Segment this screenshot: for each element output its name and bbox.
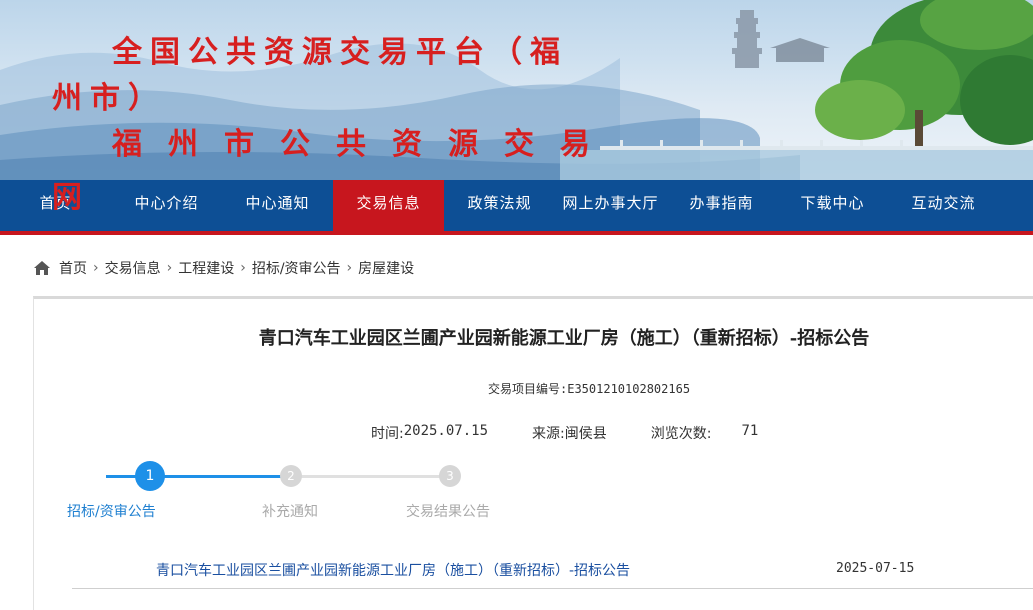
source-label: 来源:: [532, 426, 565, 442]
breadcrumb-separator: ›: [240, 260, 246, 276]
breadcrumb-separator: ›: [93, 260, 99, 276]
site-title-line2-overflow: 网: [52, 180, 82, 215]
step-3-label[interactable]: 交易结果公告: [406, 501, 490, 521]
project-code: 交易项目编号:E3501210102802165: [488, 382, 691, 396]
nav-item-guide[interactable]: 办事指南: [666, 180, 777, 231]
nav-item-interact[interactable]: 互动交流: [888, 180, 999, 231]
document-date: 2025-07-15: [836, 561, 915, 576]
breadcrumb-building[interactable]: 房屋建设: [358, 258, 414, 278]
step-3-badge[interactable]: 3: [439, 465, 461, 487]
article-meta: 时间: 2025.07.15 来源: 闽侯县 浏览次数: 71: [371, 423, 758, 443]
step-1-badge[interactable]: 1: [135, 461, 165, 491]
site-title-line1: 全国公共资源交易平台（福州市）: [52, 35, 568, 116]
divider: [72, 588, 1033, 589]
header-banner: 全国公共资源交易平台（福州市） 福州市公共资源交易: [0, 0, 1033, 180]
breadcrumb-tender-notice[interactable]: 招标/资审公告: [252, 258, 341, 278]
step-2-badge[interactable]: 2: [280, 465, 302, 487]
breadcrumb-separator: ›: [346, 260, 353, 276]
breadcrumb-construction[interactable]: 工程建设: [178, 258, 234, 278]
step-progress-line-pending: [281, 475, 449, 478]
breadcrumb-trade-info[interactable]: 交易信息: [105, 258, 161, 278]
time-value: 2025.07.15: [403, 423, 489, 439]
nav-item-center-intro[interactable]: 中心介绍: [111, 180, 222, 231]
main-nav: 首页 中心介绍 中心通知 交易信息 政策法规 网上办事大厅 办事指南 下载中心 …: [0, 180, 1033, 235]
article-title: 青口汽车工业园区兰圃产业园新能源工业厂房（施工）（重新招标）-招标公告: [258, 328, 870, 349]
nav-item-online-hall[interactable]: 网上办事大厅: [555, 180, 666, 231]
site-title-line2: 福州市公共资源交易: [112, 127, 616, 162]
views-label: 浏览次数:: [650, 426, 712, 442]
time-label: 时间:: [371, 426, 404, 442]
home-icon[interactable]: [33, 260, 51, 276]
breadcrumb-home[interactable]: 首页: [59, 258, 87, 278]
step-2-label[interactable]: 补充通知: [262, 501, 318, 521]
nav-item-center-notice[interactable]: 中心通知: [222, 180, 333, 231]
step-1-label[interactable]: 招标/资审公告: [67, 501, 156, 521]
nav-item-download[interactable]: 下载中心: [777, 180, 888, 231]
breadcrumb: 首页 › 交易信息 › 工程建设 › 招标/资审公告 › 房屋建设: [33, 258, 414, 278]
breadcrumb-separator: ›: [166, 260, 173, 276]
nav-item-policy[interactable]: 政策法规: [444, 180, 555, 231]
views-value: 71: [741, 423, 759, 439]
document-link[interactable]: 青口汽车工业园区兰圃产业园新能源工业厂房（施工）（重新招标）-招标公告: [156, 560, 630, 580]
source-value: 闽侯县: [564, 426, 607, 442]
nav-item-trade-info[interactable]: 交易信息: [333, 180, 444, 231]
step-progress-line-done: [106, 475, 281, 478]
content-panel: 青口汽车工业园区兰圃产业园新能源工业厂房（施工）（重新招标）-招标公告 交易项目…: [33, 296, 1033, 610]
